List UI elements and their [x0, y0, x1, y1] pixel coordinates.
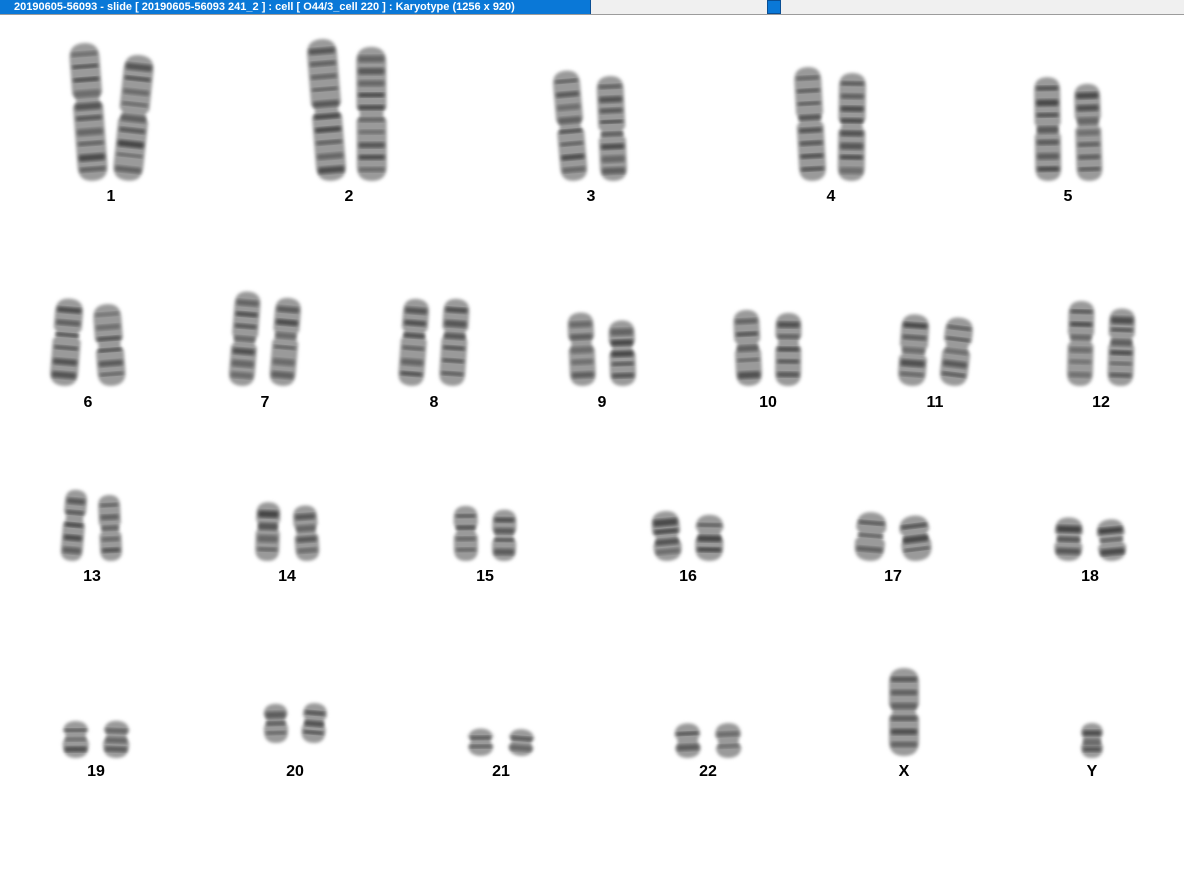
chromosome-7[interactable]	[228, 291, 302, 387]
chromosome-label-2: 2	[344, 188, 354, 205]
chromosome-label-10: 10	[759, 394, 777, 411]
chromosome-label-6: 6	[83, 394, 93, 411]
chromosome-3[interactable]	[552, 70, 628, 182]
chromosome-9[interactable]	[567, 312, 636, 387]
window-title[interactable]: 20190605-56093 - slide [ 20190605-56093 …	[0, 0, 591, 14]
chromosome-12[interactable]	[1066, 300, 1136, 387]
chromosome-label-14: 14	[278, 568, 296, 585]
chromosome-label-1: 1	[106, 188, 116, 205]
chromosome-label-7: 7	[260, 394, 270, 411]
chromosome-x[interactable]	[889, 668, 919, 756]
chromosome-14[interactable]	[255, 502, 320, 562]
scroll-thumb[interactable]	[767, 0, 781, 14]
chromosome-5[interactable]	[1034, 77, 1103, 181]
chromosome-20[interactable]	[263, 702, 327, 744]
chromosome-label-22: 22	[699, 763, 717, 780]
chromosome-8[interactable]	[397, 298, 470, 387]
chromosome-label-17: 17	[884, 568, 902, 585]
chromosome-label-y: Y	[1086, 763, 1098, 780]
chromosome-label-12: 12	[1092, 394, 1110, 411]
chromosome-19[interactable]	[62, 720, 130, 758]
chromosome-22[interactable]	[674, 722, 742, 758]
chromosome-label-13: 13	[83, 568, 101, 585]
chromosome-label-21: 21	[492, 763, 510, 780]
karyogram-canvas	[49, 38, 1136, 758]
chromosome-15[interactable]	[453, 505, 517, 561]
chromosome-label-18: 18	[1081, 568, 1099, 585]
title-bar: 20190605-56093 - slide [ 20190605-56093 …	[0, 0, 1184, 15]
chromosome-label-20: 20	[286, 763, 304, 780]
chromosome-label-5: 5	[1063, 188, 1073, 205]
chromosome-18[interactable]	[1054, 517, 1127, 562]
chromosome-label-x: X	[898, 763, 910, 780]
chromosome-y[interactable]	[1081, 723, 1103, 758]
chromosome-21[interactable]	[467, 728, 536, 757]
chromosome-17[interactable]	[854, 511, 934, 563]
chromosome-label-11: 11	[926, 394, 944, 411]
chromosome-4[interactable]	[794, 66, 866, 181]
chromosome-label-16: 16	[679, 568, 697, 585]
chromosome-16[interactable]	[650, 510, 724, 562]
chromosome-label-3: 3	[586, 188, 596, 205]
chromosome-label-4: 4	[826, 188, 836, 205]
chromosome-6[interactable]	[49, 298, 126, 387]
chromosome-label-9: 9	[597, 394, 607, 411]
chromosome-11[interactable]	[897, 313, 974, 387]
chromosome-1[interactable]	[68, 42, 155, 182]
chromosome-label-15: 15	[476, 568, 494, 585]
chromosome-label-8: 8	[429, 394, 439, 411]
chromosome-13[interactable]	[60, 489, 123, 562]
karyogram: 1 2 3 4 5 6 7 8 9 10 11 12 13 14 15 16 17 18 19 20 21 22 X Y	[0, 16, 1184, 879]
chromosome-2[interactable]	[306, 38, 387, 182]
chromosome-label-19: 19	[87, 763, 105, 780]
chromosome-10[interactable]	[733, 309, 802, 386]
